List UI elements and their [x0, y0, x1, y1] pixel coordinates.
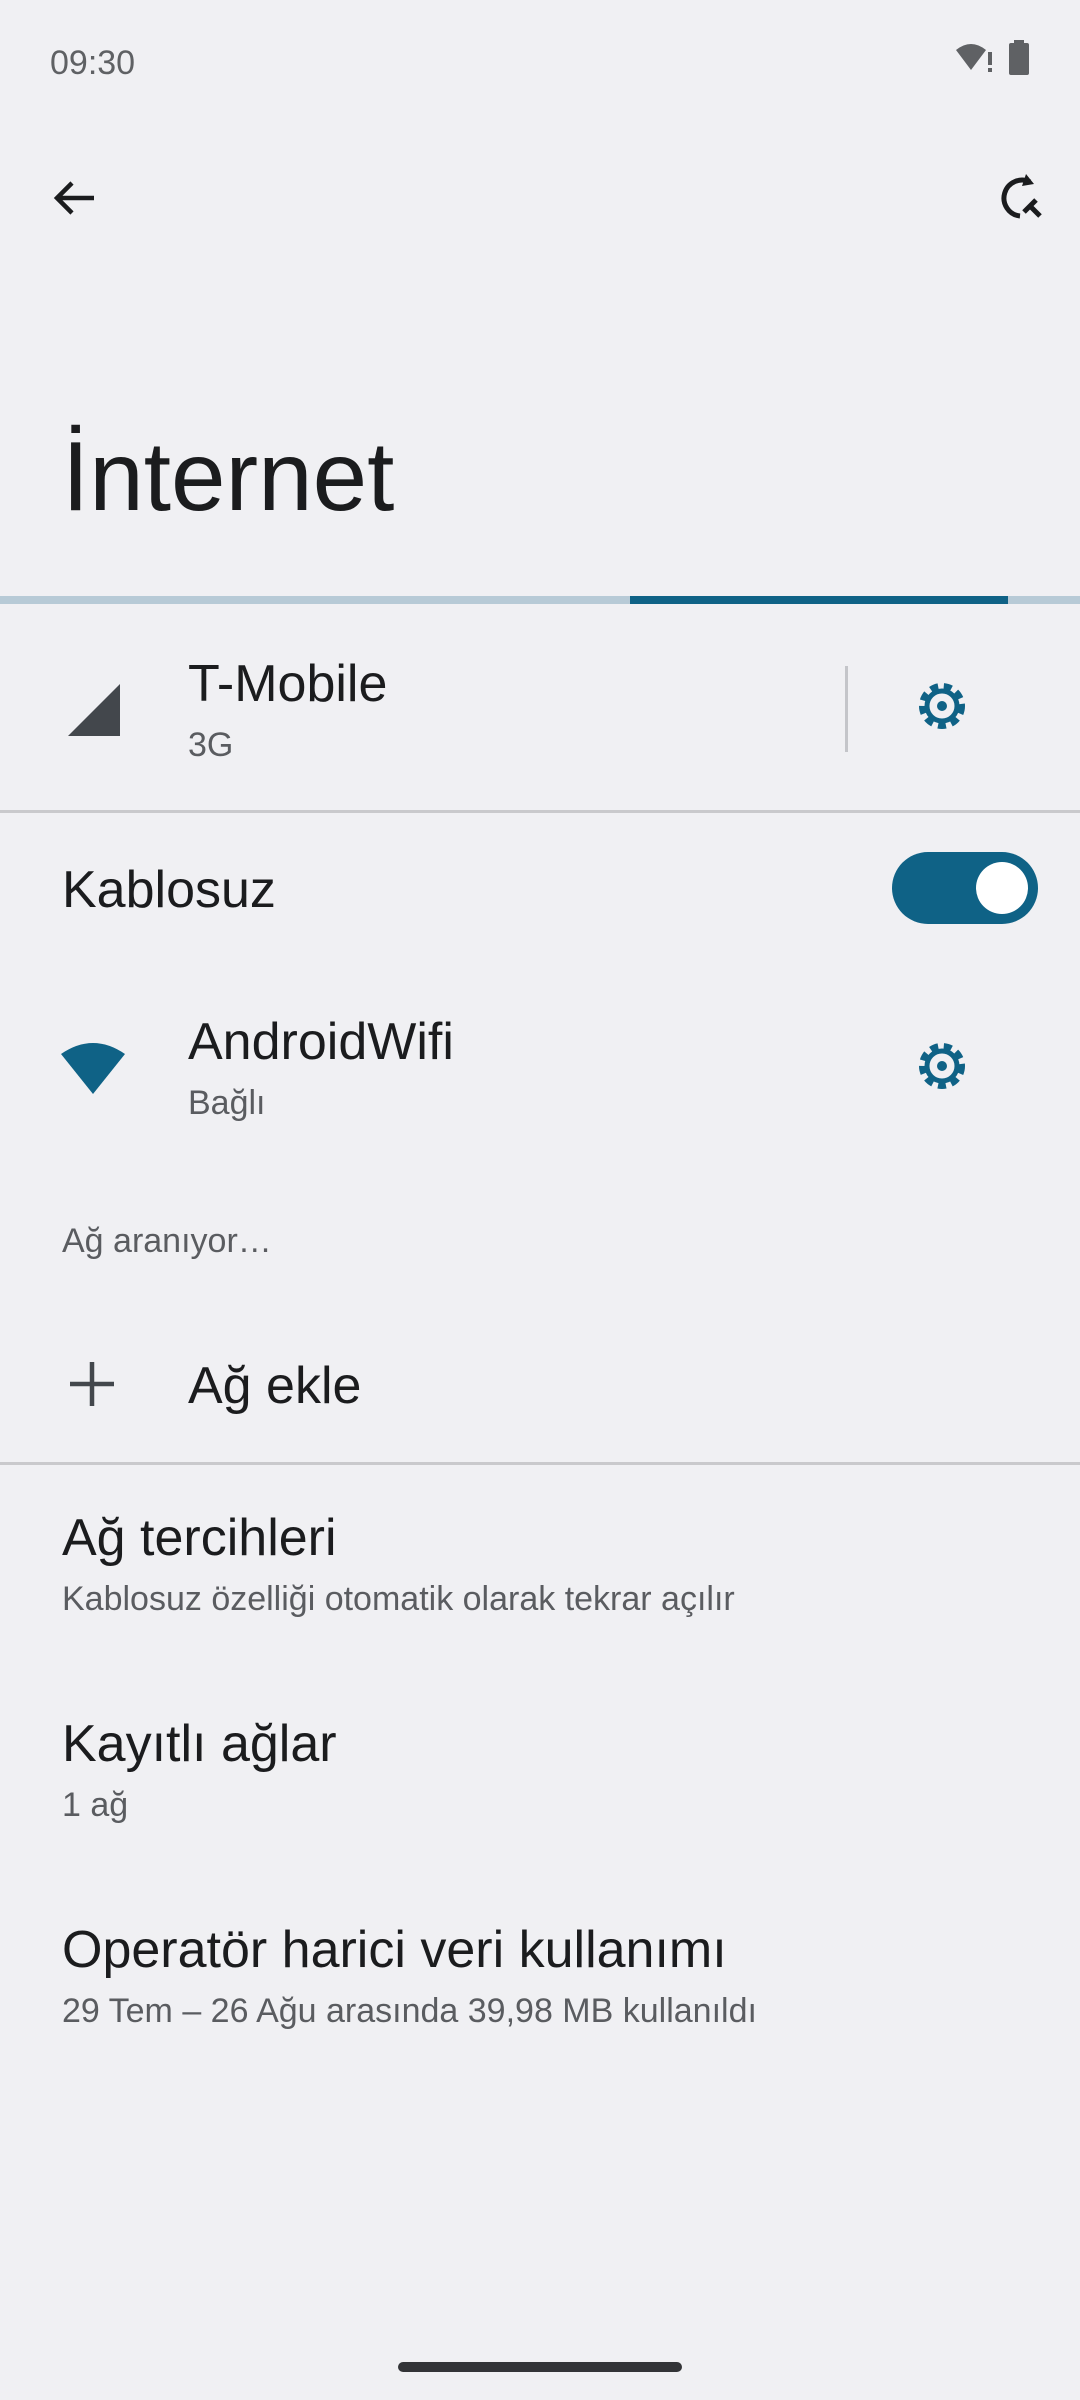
status-time: 09:30 [50, 44, 136, 82]
non-carrier-data-usage-subtitle: 29 Tem – 26 Ağu arasında 39,98 MB kullan… [62, 1992, 757, 2030]
gesture-navigation-handle[interactable] [398, 2362, 682, 2372]
saved-networks-row[interactable]: Kayıtlı ağlar 1 ağ [0, 1696, 1080, 1846]
wifi-network-status: Bağlı [188, 1084, 266, 1122]
add-network-label: Ağ ekle [188, 1357, 362, 1415]
wifi-alert-icon [954, 40, 994, 81]
saved-networks-subtitle: 1 ağ [62, 1786, 129, 1824]
plus-icon [68, 1360, 116, 1413]
section-divider [0, 810, 1080, 813]
network-preferences-title: Ağ tercihleri [62, 1509, 337, 1567]
wifi-toggle[interactable] [892, 852, 1038, 924]
reset-network-icon [990, 170, 1046, 231]
toggle-knob [976, 862, 1028, 914]
gear-icon [912, 676, 972, 741]
loading-progress-fill [629, 596, 1008, 604]
back-button[interactable] [26, 152, 122, 248]
page-title: İnternet [62, 421, 395, 531]
section-divider [0, 1462, 1080, 1465]
battery-icon [1008, 40, 1030, 81]
wifi-label: Kablosuz [62, 861, 276, 919]
add-network-row[interactable]: Ağ ekle [0, 1318, 1080, 1448]
mobile-settings-button[interactable] [902, 668, 982, 748]
vertical-divider [845, 666, 848, 752]
network-preferences-subtitle: Kablosuz özelliği otomatik olarak tekrar… [62, 1580, 735, 1618]
wifi-icon [60, 1040, 126, 1101]
searching-networks-text: Ağ aranıyor… [62, 1222, 272, 1260]
back-arrow-icon [50, 174, 98, 227]
reset-network-button[interactable] [970, 152, 1066, 248]
mobile-network-row[interactable]: T-Mobile 3G [0, 610, 840, 806]
loading-progress-bar [0, 596, 1080, 604]
saved-networks-title: Kayıtlı ağlar [62, 1715, 337, 1773]
wifi-network-name: AndroidWifi [188, 1013, 454, 1071]
non-carrier-data-usage-row[interactable]: Operatör harici veri kullanımı 29 Tem – … [0, 1902, 1080, 2052]
connected-wifi-row[interactable]: AndroidWifi Bağlı [0, 980, 860, 1160]
gear-icon [912, 1036, 972, 1101]
non-carrier-data-usage-title: Operatör harici veri kullanımı [62, 1921, 727, 1979]
cellular-signal-icon [66, 682, 122, 743]
network-preferences-row[interactable]: Ağ tercihleri Kablosuz özelliği otomatik… [0, 1490, 1080, 1640]
status-icons [954, 40, 1030, 81]
wifi-settings-button[interactable] [902, 1028, 982, 1108]
mobile-network-type: 3G [188, 726, 234, 764]
mobile-network-name: T-Mobile [188, 655, 388, 713]
